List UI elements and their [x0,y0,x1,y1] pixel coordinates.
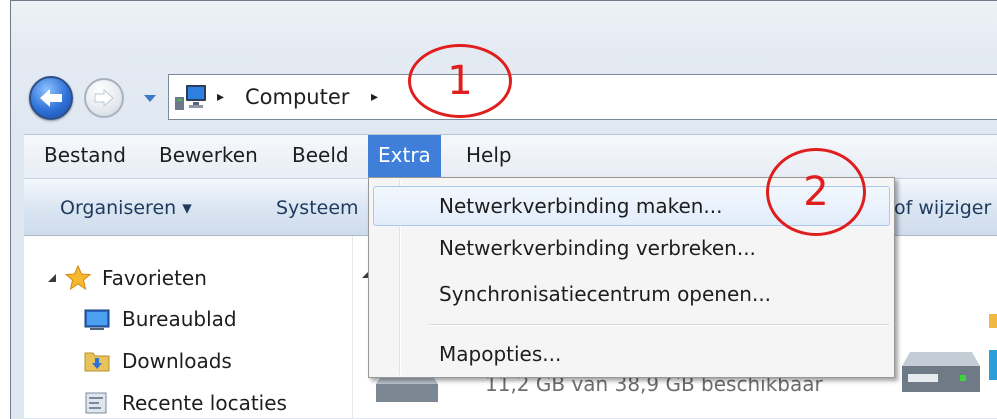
menu-extra[interactable]: Extra [368,135,441,178]
downloads-folder-icon [84,352,110,372]
favorites-label: Favorieten [102,266,207,290]
forward-arrow-icon [94,88,114,108]
computer-icon [175,85,206,110]
recent-pages-dropdown[interactable] [141,92,159,106]
annotation-circle-1: 1 [408,44,512,118]
favorites-group[interactable]: Favorieten [46,264,207,292]
star-icon [64,264,92,291]
annotation-number-1: 1 [447,58,473,104]
recent-places-icon [85,392,107,414]
title-bar [11,1,997,63]
nav-item-label: Downloads [122,349,232,373]
menu-separator [429,324,889,326]
desktop-icon [84,309,110,330]
chevron-down-icon [144,95,156,102]
nav-item-recente-locaties[interactable]: Recente locaties [84,390,287,416]
address-bar[interactable]: ▸ Computer ▸ [168,74,997,120]
nav-item-downloads[interactable]: Downloads [84,348,232,374]
nav-item-label: Bureaublad [122,307,237,331]
breadcrumb-separator-end[interactable]: ▸ [371,89,378,105]
back-arrow-icon [40,89,62,107]
breadcrumb-separator[interactable]: ▸ [217,89,224,105]
menu-help[interactable]: Help [466,143,512,167]
breadcrumb-computer[interactable]: Computer [245,85,349,109]
nav-item-bureaublad[interactable]: Bureaublad [84,306,237,332]
partial-drive-icon [989,314,997,380]
nav-item-label: Recente locaties [122,391,287,415]
annotation-circle-2: 2 [766,148,866,236]
menu-item-mapopties[interactable]: Mapopties... [373,334,890,374]
menu-beeld[interactable]: Beeld [292,143,349,167]
organise-button[interactable]: Organiseren ▾ [60,197,192,219]
hard-drive-icon[interactable] [896,342,986,400]
forward-button[interactable] [84,78,124,118]
system-properties-button[interactable]: Systeem [276,197,359,219]
expand-triangle-icon [48,274,56,282]
annotation-number-2: 2 [803,169,829,215]
back-button[interactable] [29,76,73,120]
menu-item-synchronisatiecentrum[interactable]: Synchronisatiecentrum openen... [373,274,890,314]
menu-bewerken[interactable]: Bewerken [159,143,258,167]
menu-bestand[interactable]: Bestand [44,143,126,167]
change-program-button[interactable]: of wijziger [894,197,991,219]
